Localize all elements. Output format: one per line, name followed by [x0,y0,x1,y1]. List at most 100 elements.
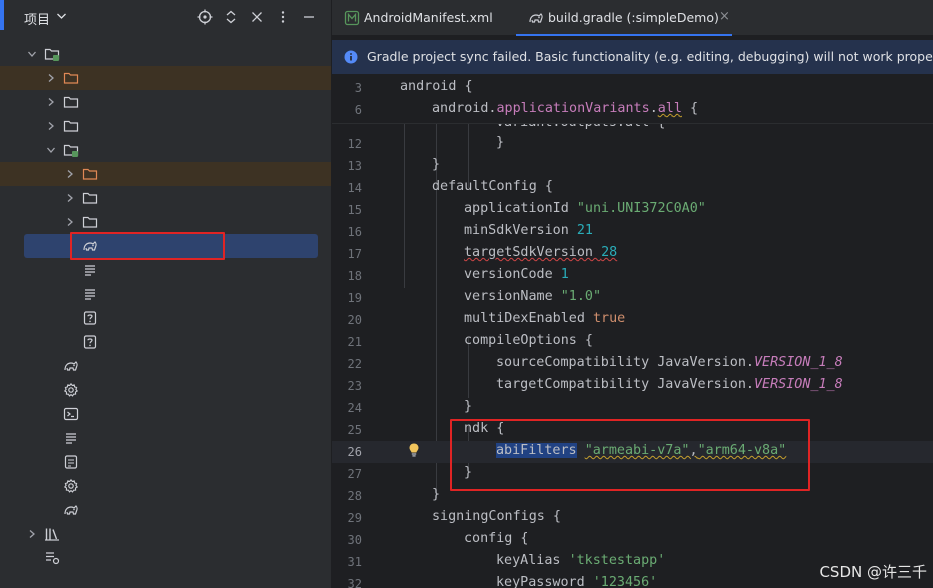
tree-item[interactable] [0,258,331,282]
tree-item[interactable] [0,114,331,138]
code-line[interactable]: targetCompatibility JavaVersion.VERSION_… [496,377,843,392]
tree-item[interactable] [24,234,318,258]
line-number: 25 [347,423,362,437]
gradle-icon [529,13,543,23]
library-icon [45,528,59,541]
indent-guide [404,118,405,288]
sticky-code-line[interactable]: android { [400,79,473,94]
code-line[interactable]: sourceCompatibility JavaVersion.VERSION_… [496,355,843,370]
chevron-down-icon[interactable] [27,49,37,59]
code-line[interactable]: versionName "1.0" [464,289,601,304]
code-line[interactable]: applicationId "uni.UNI372C0A0" [464,201,706,216]
project-tool-window: 项目 [0,0,331,588]
line-number: 20 [347,313,362,327]
code-line[interactable]: compileOptions { [464,333,593,348]
line-number: 27 [347,467,362,481]
gradle-icon [64,505,78,515]
tree-item[interactable] [0,426,331,450]
tab-build-gradle[interactable]: build.gradle (:simpleDemo) × [516,0,732,36]
settings-gear-icon [63,382,79,397]
line-number: 29 [347,511,362,525]
line-number: 30 [347,533,362,547]
indent-guide [468,118,469,188]
code-line[interactable]: abiFilters "armeabi-v7a","arm64-v8a" [496,443,786,458]
folder-icon [82,192,98,204]
expand-collapse-icon[interactable] [223,9,239,25]
sticky-scroll-header[interactable]: 3 android {6 android.applicationVariants.a… [332,78,933,124]
code-line[interactable]: } [496,135,504,150]
line-number: 3 [354,81,362,95]
tree-item[interactable] [0,306,331,330]
folder-icon [82,216,98,228]
text-file-icon [85,265,95,276]
locate-target-icon[interactable] [197,9,213,25]
more-options-icon[interactable] [275,9,291,25]
tree-item[interactable] [0,354,331,378]
sticky-code-line[interactable]: android.applicationVariants.all { [432,101,698,116]
editor-tab-bar: AndroidManifest.xml build.gradle (:simpl… [332,0,933,36]
chevron-right-icon[interactable] [65,169,75,179]
folder-orange-icon [63,72,79,84]
code-line[interactable]: keyPassword '123456' [496,575,657,588]
gradle-icon [83,241,97,251]
module-folder-icon [63,144,79,157]
tree-item[interactable] [0,402,331,426]
tree-item[interactable] [0,522,331,546]
chevron-down-icon[interactable] [56,12,67,20]
tree-item[interactable] [0,42,331,66]
code-line[interactable]: minSdkVersion 21 [464,223,593,238]
tree-item[interactable] [0,66,331,90]
tree-item[interactable] [0,186,331,210]
unknown-file-icon [83,311,97,325]
code-line[interactable]: } [432,157,440,172]
code-line[interactable]: multiDexEnabled true [464,311,625,326]
chevron-right-icon[interactable] [46,97,56,107]
tab-label: AndroidManifest.xml [364,10,493,25]
active-tab-indicator [516,34,732,36]
chevron-right-icon[interactable] [46,121,56,131]
line-number: 14 [347,181,362,195]
chevron-right-icon[interactable] [65,217,75,227]
close-icon[interactable] [249,9,265,25]
terminal-file-icon [63,407,79,421]
code-line[interactable]: } [432,487,440,502]
code-line[interactable]: } [464,399,472,414]
code-line[interactable]: targetSdkVersion 28 [464,245,617,260]
line-number: 28 [347,489,362,503]
chevron-right-icon[interactable] [46,73,56,83]
tree-item[interactable] [0,474,331,498]
minimize-icon[interactable] [301,9,317,25]
module-folder-icon [44,48,60,61]
tab-close-icon[interactable]: × [719,9,730,24]
code-line[interactable]: keyAlias 'tkstestapp' [496,553,665,568]
folder-icon [63,96,79,108]
scratches-icon [46,552,60,565]
chevron-right-icon[interactable] [27,529,37,539]
chevron-right-icon[interactable] [65,193,75,203]
tree-item[interactable] [0,378,331,402]
folder-icon [63,120,79,132]
code-editor[interactable]: variant.outputs.all {12}13}14defaultConf… [332,78,933,588]
code-line[interactable]: defaultConfig { [432,179,553,194]
tree-item[interactable] [0,162,331,186]
tree-item[interactable] [0,498,331,522]
code-line[interactable]: config { [464,531,529,546]
code-line[interactable]: versionCode 1 [464,267,569,282]
lightbulb-intention-icon[interactable] [407,442,421,458]
code-line[interactable]: signingConfigs { [432,509,561,524]
tab-android-manifest[interactable]: AndroidManifest.xml [332,0,510,36]
code-line[interactable]: ndk { [464,421,504,436]
code-line[interactable]: } [464,465,472,480]
project-view-title[interactable]: 项目 [24,9,50,28]
tree-item[interactable] [0,546,331,570]
tree-item[interactable] [0,210,331,234]
line-number: 32 [347,577,362,588]
tree-item[interactable] [0,138,331,162]
text-file-icon [66,433,76,444]
tree-item[interactable] [0,450,331,474]
tree-item[interactable] [0,330,331,354]
line-number: 12 [347,137,362,151]
chevron-down-icon[interactable] [46,145,56,155]
tree-item[interactable] [0,90,331,114]
tree-item[interactable] [0,282,331,306]
